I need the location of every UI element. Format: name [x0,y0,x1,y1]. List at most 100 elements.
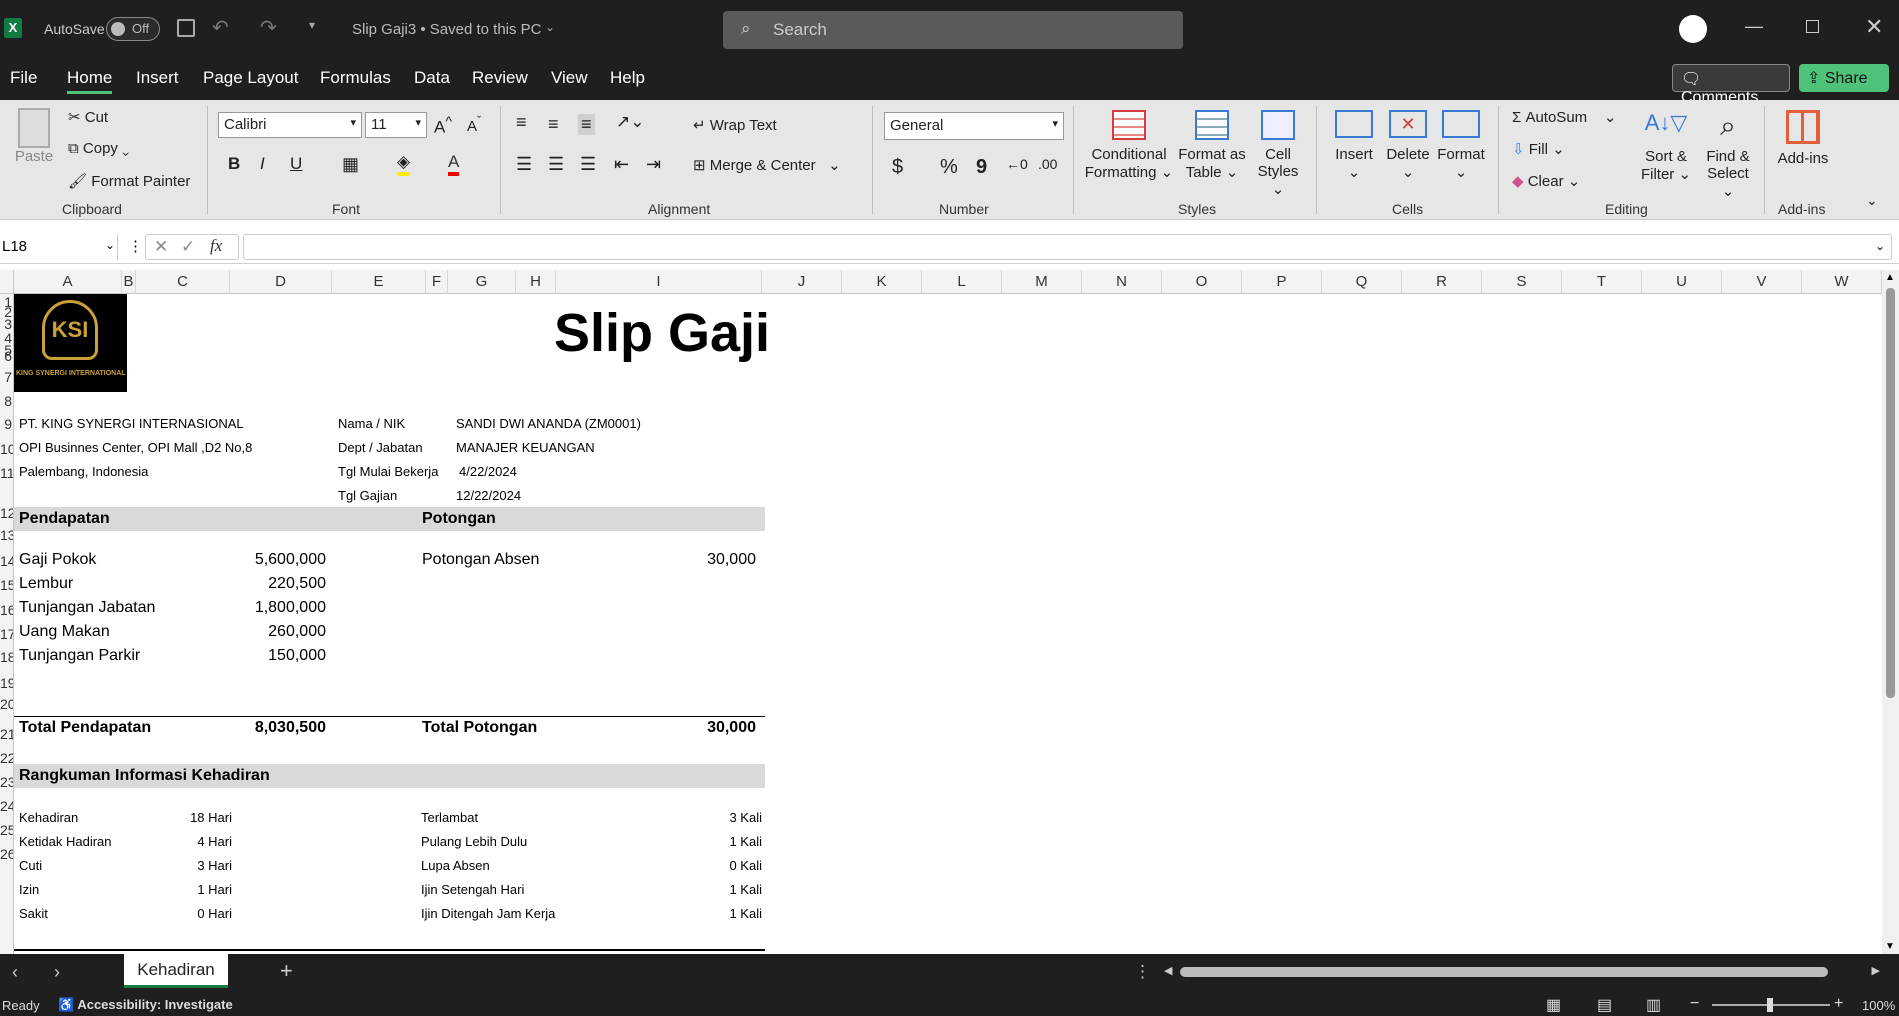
save-icon[interactable] [177,19,195,37]
percent-button[interactable]: % [940,156,958,179]
decrease-font-icon[interactable]: Aˇ [467,114,481,135]
next-sheet-icon[interactable]: › [54,962,60,983]
tab-page-layout[interactable]: Page Layout [203,68,298,88]
row-header[interactable]: 15 [0,577,13,593]
sheet-tab-kehadiran[interactable]: Kehadiran [124,954,228,988]
column-header[interactable]: G [448,270,516,294]
sort-filter-button[interactable]: A↓▽ Sort & Filter ⌄ [1638,110,1694,183]
column-header[interactable]: O [1162,270,1242,294]
autosum-button[interactable]: Σ AutoSum ⌄ [1512,108,1616,126]
scroll-left-icon[interactable]: ◀ [1164,964,1172,977]
increase-indent-icon[interactable]: ⇥ [646,154,661,175]
insert-function-button[interactable]: fx [210,236,222,256]
align-top-icon[interactable]: ≡ [516,112,527,133]
column-header[interactable]: W [1802,270,1882,294]
tab-review[interactable]: Review [472,68,528,88]
row-header[interactable]: 24 [0,798,13,814]
underline-button[interactable]: U [290,154,302,174]
merge-center-button[interactable]: ⊞ Merge & Center ⌄ [693,156,841,174]
row-header[interactable]: 17 [0,626,13,642]
more-options-icon[interactable]: ⋮ [1134,962,1151,982]
scroll-thumb[interactable] [1886,288,1895,698]
tab-insert[interactable]: Insert [136,68,179,88]
find-select-button[interactable]: ⌕ Find & Select ⌄ [1700,110,1756,200]
tab-formulas[interactable]: Formulas [320,68,391,88]
row-header[interactable]: 6 [0,348,13,364]
more-icon[interactable]: ⋮ [128,237,143,255]
row-header[interactable]: 12 [0,505,13,521]
h-scroll-thumb[interactable] [1180,967,1828,977]
vertical-scrollbar[interactable]: ▲ ▼ [1882,270,1899,954]
row-header[interactable]: 23 [0,774,13,790]
scroll-right-icon[interactable]: ▶ [1872,964,1880,977]
row-header[interactable]: 9 [0,416,13,432]
conditional-formatting-button[interactable]: Conditional Formatting ⌄ [1084,110,1174,181]
bold-button[interactable]: B [228,154,240,174]
increase-decimal-icon[interactable]: ←0 [1006,156,1028,172]
column-header[interactable]: N [1082,270,1162,294]
horizontal-scrollbar[interactable]: ◀ ▶ [1162,964,1882,980]
column-header[interactable]: V [1722,270,1802,294]
document-title[interactable]: Slip Gaji3 • Saved to this PC [352,21,542,38]
column-header[interactable]: U [1642,270,1722,294]
column-header[interactable]: R [1402,270,1482,294]
format-painter-button[interactable]: 🖌 Format Painter [68,172,190,190]
row-header[interactable]: 16 [0,602,13,618]
zoom-level[interactable]: 100% [1862,998,1895,1013]
row-header[interactable]: 10 [0,441,13,457]
column-header[interactable]: B [122,270,136,294]
font-color-icon[interactable]: A [448,152,460,176]
align-bottom-icon[interactable]: ≡ [578,114,595,135]
row-header[interactable]: 20 [0,696,13,712]
cut-button[interactable]: ✂ Cut [68,108,108,126]
search-box[interactable]: ⌕ Search [723,11,1183,49]
row-header[interactable]: 26 [0,846,13,862]
column-header[interactable]: I [556,270,762,294]
scroll-up-icon[interactable]: ▲ [1885,272,1895,283]
column-header[interactable]: T [1562,270,1642,294]
tab-data[interactable]: Data [414,68,450,88]
borders-icon[interactable]: ▦ [342,154,359,175]
row-header[interactable]: 8 [0,393,13,409]
page-break-icon[interactable]: ▥ [1646,995,1661,1015]
currency-button[interactable]: $ [892,156,903,179]
orientation-icon[interactable]: ↗⌄ [616,112,645,132]
font-name-select[interactable]: Calibri ▾ [218,112,362,138]
zoom-slider-thumb[interactable] [1767,998,1773,1012]
worksheet[interactable]: KSI KING SYNERGI INTERNATIONAL Slip Gaji… [14,294,1881,954]
add-ins-button[interactable]: Add-ins [1772,110,1834,167]
row-header[interactable]: 22 [0,750,13,766]
row-header[interactable]: 14 [0,553,13,569]
fill-color-icon[interactable]: ◈ [397,152,411,176]
row-header[interactable]: 18 [0,649,13,665]
redo-icon[interactable]: ↷ [260,15,277,40]
increase-font-icon[interactable]: A^ [434,114,452,138]
paste-button[interactable]: Paste [12,108,56,188]
align-middle-icon[interactable]: ≡ [548,114,559,135]
scroll-down-icon[interactable]: ▼ [1885,941,1895,952]
row-header[interactable]: 11 [0,465,13,481]
row-header[interactable]: 25 [0,822,13,838]
minimize-icon[interactable]: — [1745,16,1763,37]
number-format-select[interactable]: General ▾ [884,112,1064,140]
decrease-decimal-icon[interactable]: .00 [1038,156,1057,172]
undo-icon[interactable]: ↶ [212,15,229,40]
accessibility-status[interactable]: ♿ Accessibility: Investigate [58,997,233,1013]
row-header[interactable]: 7 [0,369,13,385]
row-header[interactable]: 13 [0,527,13,543]
decrease-indent-icon[interactable]: ⇤ [614,154,629,175]
zoom-out-icon[interactable]: − [1690,995,1699,1013]
fill-button[interactable]: ⇩ Fill ⌄ [1512,140,1565,158]
tab-view[interactable]: View [551,68,588,88]
zoom-in-icon[interactable]: + [1834,995,1843,1013]
comma-button[interactable]: 9 [976,156,987,179]
column-header[interactable]: C [136,270,230,294]
tab-file[interactable]: File [10,68,37,88]
add-sheet-icon[interactable]: + [280,958,293,984]
page-layout-icon[interactable]: ▤ [1597,995,1612,1015]
column-header[interactable]: M [1002,270,1082,294]
column-header[interactable]: P [1242,270,1322,294]
column-header[interactable]: Q [1322,270,1402,294]
insert-cells-button[interactable]: Insert ⌄ [1330,110,1378,181]
column-header[interactable]: L [922,270,1002,294]
